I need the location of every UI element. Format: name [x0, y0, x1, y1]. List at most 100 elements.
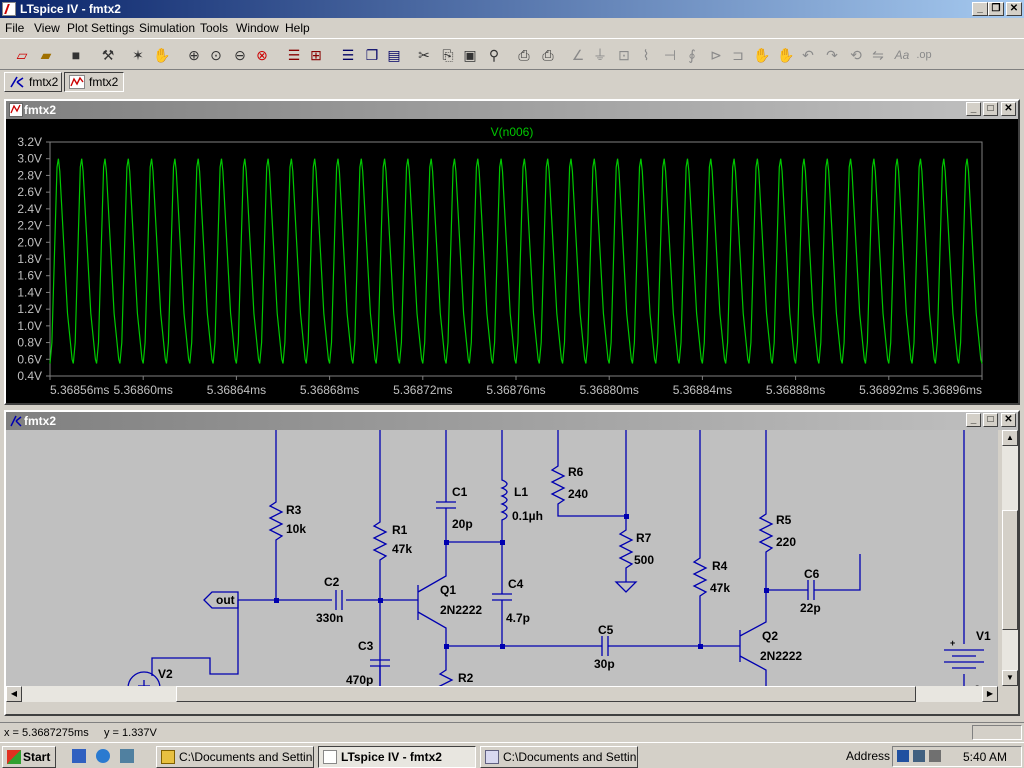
tile-horizontal-icon[interactable]: ☰: [338, 45, 358, 65]
x-tick-label: 5.36864ms: [207, 383, 266, 397]
find-icon[interactable]: ⚲: [484, 45, 504, 65]
schematic-icon: [10, 415, 22, 427]
ground-icon[interactable]: ⏚: [590, 45, 610, 65]
inductor-icon[interactable]: ∮: [682, 45, 702, 65]
new-schematic-icon[interactable]: ▱: [12, 45, 32, 65]
menu-file[interactable]: File: [5, 21, 24, 35]
print-preview-icon[interactable]: ⎙: [514, 45, 534, 65]
tile-vertical-icon[interactable]: ▤: [384, 45, 404, 65]
cut-icon[interactable]: ✂: [414, 45, 434, 65]
schematic-drawing[interactable]: R3 10k R1 47k C1 20p L1 0.1µh R6 240 R7 …: [6, 430, 998, 702]
tray-network-icon[interactable]: [897, 750, 909, 762]
tray-monitor-icon[interactable]: [913, 750, 925, 762]
quicklaunch-icon[interactable]: [120, 749, 134, 763]
y-tick-label: 0.8V: [17, 336, 42, 350]
clock[interactable]: 5:40 AM: [963, 750, 1007, 764]
toolbar: ▱ ▰ ■ ⚒ ✶ ✋ ⊕ ⊙ ⊖ ⊗ ☰ ⊞ ☰ ❐ ▤ ✂ ⎘ ▣ ⚲ ⎙ …: [0, 38, 1024, 70]
cascade-icon[interactable]: ❐: [362, 45, 382, 65]
print-icon[interactable]: ⎙: [538, 45, 558, 65]
label-q1-value: 2N2222: [440, 603, 482, 617]
label-c6-ref: C6: [804, 567, 820, 581]
schematic-minimize-icon[interactable]: _: [966, 413, 981, 427]
chart-title: V(n006): [491, 125, 534, 139]
taskbar-item-ltspice[interactable]: LTspice IV - fmtx2: [318, 746, 476, 768]
address-toolbar-label[interactable]: Address: [846, 749, 890, 763]
menu-tools[interactable]: Tools: [200, 21, 228, 35]
zoom-fit-icon[interactable]: ⊗: [252, 45, 272, 65]
taskbar-item-explorer-2[interactable]: C:\Documents and Settin...: [480, 746, 638, 768]
show-desktop-icon[interactable]: [72, 749, 86, 763]
paste-icon[interactable]: ▣: [460, 45, 480, 65]
schematic-canvas[interactable]: R3 10k R1 47k C1 20p L1 0.1µh R6 240 R7 …: [6, 430, 998, 702]
label-net-icon[interactable]: ⊡: [614, 45, 634, 65]
label-l1-value: 0.1µh: [512, 509, 543, 523]
halt-icon[interactable]: ✋: [152, 45, 172, 65]
menu-window[interactable]: Window: [236, 21, 279, 35]
diode-icon[interactable]: ⊳: [706, 45, 726, 65]
plot-minimize-icon[interactable]: _: [966, 102, 981, 116]
x-tick-label: 5.36876ms: [486, 383, 545, 397]
taskbar-item-explorer-1[interactable]: C:\Documents and Settin...: [156, 746, 314, 768]
waveform-chart[interactable]: V(n006) 3.2V 3.0V 2.8V 2.6V 2.4V 2.2V 2.0V 1.8V…: [6, 119, 1018, 403]
label-c3-ref: C3: [358, 639, 374, 653]
menu-simulation[interactable]: Simulation: [139, 21, 195, 35]
autorange-icon[interactable]: ☰: [284, 45, 304, 65]
menu-help[interactable]: Help: [285, 21, 310, 35]
start-label: Start: [23, 750, 51, 764]
plot-close-icon[interactable]: ✕: [1001, 102, 1016, 116]
run-icon[interactable]: ✶: [128, 45, 148, 65]
tab-schematic[interactable]: fmtx2: [4, 72, 62, 92]
series-trace-vn006[interactable]: [49, 158, 983, 364]
menu-plot-settings[interactable]: Plot Settings: [67, 21, 134, 35]
x-tick-label: 5.36884ms: [673, 383, 732, 397]
label-c4-ref: C4: [508, 577, 524, 591]
close-icon[interactable]: ✕: [1006, 2, 1022, 16]
text-icon[interactable]: Aa: [892, 45, 912, 65]
minimize-icon[interactable]: _: [972, 2, 988, 16]
vertical-scroll-thumb[interactable]: [1002, 510, 1018, 630]
horizontal-scroll-thumb[interactable]: [176, 686, 916, 702]
move-icon[interactable]: ✋: [752, 45, 772, 65]
scroll-down-icon[interactable]: ▼: [1002, 670, 1018, 686]
x-tick-label: 5.36856ms: [50, 383, 109, 397]
copy-icon[interactable]: ⎘: [438, 45, 458, 65]
maximize-icon[interactable]: ❐: [988, 2, 1004, 16]
menu-bar: File View Plot Settings Simulation Tools…: [0, 18, 1024, 38]
zoom-in-icon[interactable]: ⊕: [184, 45, 204, 65]
start-button[interactable]: Start: [2, 746, 56, 768]
pan-icon[interactable]: ⊙: [206, 45, 226, 65]
spice-directive-icon[interactable]: .op: [914, 45, 934, 65]
plot-maximize-icon[interactable]: □: [983, 102, 998, 116]
y-tick-label: 2.4V: [17, 202, 42, 216]
schematic-horizontal-scrollbar[interactable]: ◀ ▶: [6, 686, 998, 702]
undo-icon[interactable]: ↶: [798, 45, 818, 65]
add-trace-icon[interactable]: ⊞: [306, 45, 326, 65]
save-icon[interactable]: ■: [66, 45, 86, 65]
internet-explorer-icon[interactable]: [96, 749, 110, 763]
rotate-icon[interactable]: ⟲: [846, 45, 866, 65]
tab-waveform[interactable]: fmtx2: [64, 72, 124, 92]
resistor-icon[interactable]: ⌇: [636, 45, 656, 65]
drag-icon[interactable]: ✋: [776, 45, 796, 65]
scroll-up-icon[interactable]: ▲: [1002, 430, 1018, 446]
mirror-icon[interactable]: ⇋: [868, 45, 888, 65]
component-icon[interactable]: ⊐: [728, 45, 748, 65]
control-panel-icon[interactable]: ⚒: [98, 45, 118, 65]
capacitor-icon[interactable]: ⊣: [660, 45, 680, 65]
plot-area[interactable]: V(n006) 3.2V 3.0V 2.8V 2.6V 2.4V 2.2V 2.0V 1.8V…: [6, 119, 1018, 403]
menu-view[interactable]: View: [34, 21, 60, 35]
scroll-right-icon[interactable]: ▶: [982, 686, 998, 702]
redo-icon[interactable]: ↷: [822, 45, 842, 65]
schematic-close-icon[interactable]: ✕: [1001, 413, 1016, 427]
schematic-vertical-scrollbar[interactable]: ▲ ▼: [1002, 430, 1018, 686]
schematic-maximize-icon[interactable]: □: [983, 413, 998, 427]
y-axis-ticks: 3.2V 3.0V 2.8V 2.6V 2.4V 2.2V 2.0V 1.8V 1.6V 1.4V…: [17, 135, 50, 383]
zoom-out-icon[interactable]: ⊖: [230, 45, 250, 65]
tray-volume-icon[interactable]: [929, 750, 941, 762]
open-folder-icon[interactable]: ▰: [36, 45, 56, 65]
wire-icon[interactable]: ∠: [568, 45, 588, 65]
label-r4-ref: R4: [712, 559, 728, 573]
app-title: LTspice IV - fmtx2: [20, 2, 121, 16]
scroll-left-icon[interactable]: ◀: [6, 686, 22, 702]
y-tick-label: 3.2V: [17, 135, 42, 149]
